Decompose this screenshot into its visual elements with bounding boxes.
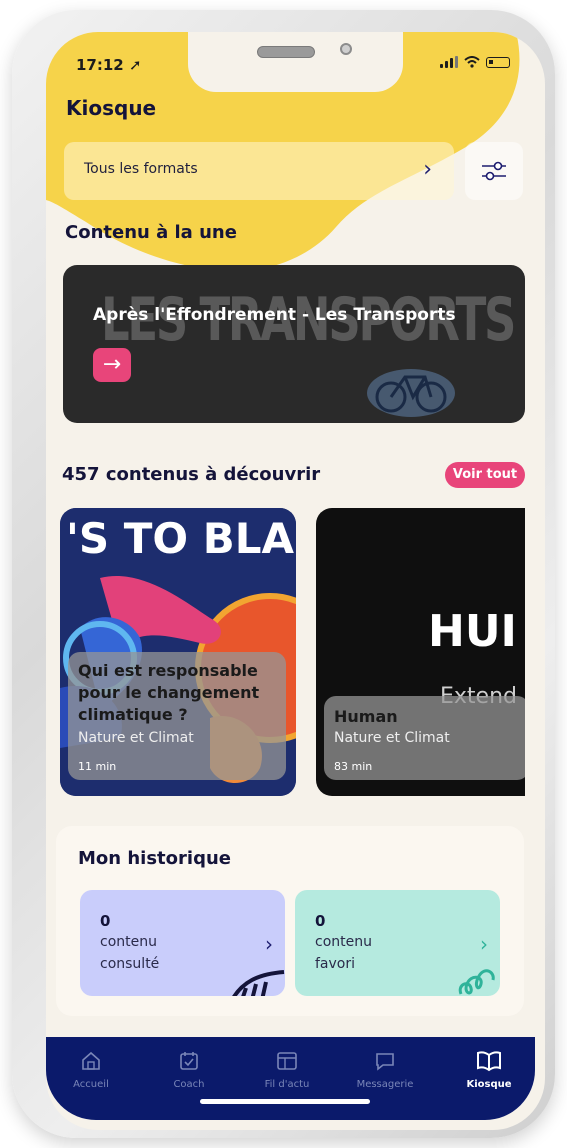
history-panel: Mon historique 0 contenu consulté › 0 co…	[56, 826, 524, 1016]
home-icon	[82, 1051, 100, 1070]
chevron-right-icon: ›	[480, 932, 488, 956]
viewed-label-line: contenu	[100, 934, 157, 950]
calendar-check-icon	[180, 1052, 198, 1070]
content-card-duration: 83 min	[334, 760, 373, 773]
history-title: Mon historique	[78, 848, 231, 869]
favorite-content-tile[interactable]: 0 contenu favori ›	[295, 890, 500, 996]
status-time-text: 17:12	[76, 56, 124, 74]
tab-fil-actu[interactable]: Fil d'actu	[252, 1049, 322, 1090]
content-card-title-line: pour le changement	[78, 683, 260, 702]
battery-icon	[486, 56, 510, 68]
location-arrow-icon: ➚	[128, 56, 142, 74]
open-book-icon	[477, 1051, 501, 1072]
content-card[interactable]: HUI Extend Human Nature et Climat 83 min	[316, 508, 525, 796]
tab-accueil[interactable]: Accueil	[56, 1049, 126, 1090]
favorite-count: 0	[315, 912, 326, 930]
tab-label: Kiosque	[466, 1079, 512, 1090]
featured-open-button[interactable]: →	[93, 348, 131, 382]
content-card-info: Human Nature et Climat 83 min	[324, 696, 525, 780]
device-notch	[188, 32, 403, 92]
bottom-tab-bar: Accueil Coach Fil d'actu Messagerie Kios…	[46, 1037, 535, 1120]
tab-label: Accueil	[73, 1079, 109, 1090]
featured-section-title: Contenu à la une	[65, 222, 237, 243]
tab-label: Messagerie	[356, 1079, 414, 1090]
content-card-info: Qui est responsable pour le changement c…	[68, 652, 286, 780]
format-filter-dropdown[interactable]: Tous les formats ›	[64, 142, 454, 200]
tab-label: Coach	[173, 1079, 205, 1090]
tab-coach[interactable]: Coach	[154, 1049, 224, 1090]
chevron-right-icon: ›	[265, 932, 273, 956]
chat-bubble-icon	[376, 1053, 394, 1071]
filter-settings-button[interactable]	[465, 142, 523, 200]
content-card-category: Nature et Climat	[78, 730, 194, 746]
eye-illustration-icon	[232, 970, 285, 996]
content-card-title-line: climatique ?	[78, 705, 188, 724]
layout-icon	[277, 1052, 297, 1070]
device-speaker	[257, 46, 315, 58]
content-card-title-line: Qui est responsable	[78, 661, 258, 680]
see-all-button[interactable]: Voir tout	[445, 462, 525, 488]
format-filter-label: Tous les formats	[84, 161, 198, 177]
content-card-image-text: HUI	[428, 606, 517, 657]
viewed-label-line: consulté	[100, 956, 160, 972]
discover-section-title: 457 contenus à découvrir	[62, 464, 321, 485]
content-card-category: Nature et Climat	[334, 730, 450, 746]
tab-label: Fil d'actu	[264, 1079, 310, 1090]
home-indicator[interactable]	[200, 1099, 370, 1104]
tab-messagerie[interactable]: Messagerie	[350, 1049, 420, 1090]
status-icons	[440, 56, 510, 68]
bicycle-icon	[367, 369, 455, 417]
featured-card-title: Après l'Effondrement - Les Transports	[93, 305, 456, 325]
content-card-duration: 11 min	[78, 760, 117, 773]
favorite-label-line: contenu	[315, 934, 372, 950]
arrow-right-icon: →	[102, 352, 122, 377]
chevron-right-icon: ›	[423, 157, 432, 182]
device-camera	[340, 43, 352, 55]
page-title: Kiosque	[66, 96, 157, 120]
status-time: 17:12 ➚	[76, 56, 142, 74]
tab-kiosque[interactable]: Kiosque	[454, 1049, 524, 1090]
swirl-illustration-icon	[458, 969, 495, 995]
featured-content-card[interactable]: LES TRANSPORTS Après l'Effondrement - Le…	[63, 265, 525, 423]
content-card-title-line: Human	[334, 707, 398, 726]
viewed-content-tile[interactable]: 0 contenu consulté ›	[80, 890, 285, 996]
content-card[interactable]: 'S TO BLA Qui est responsable pour le ch…	[60, 508, 296, 796]
signal-icon	[440, 56, 458, 68]
wifi-icon	[464, 56, 480, 68]
favorite-label-line: favori	[315, 956, 356, 972]
viewed-count: 0	[100, 912, 111, 930]
content-card-image-text: 'S TO BLA	[66, 514, 294, 563]
sliders-icon	[482, 161, 506, 181]
